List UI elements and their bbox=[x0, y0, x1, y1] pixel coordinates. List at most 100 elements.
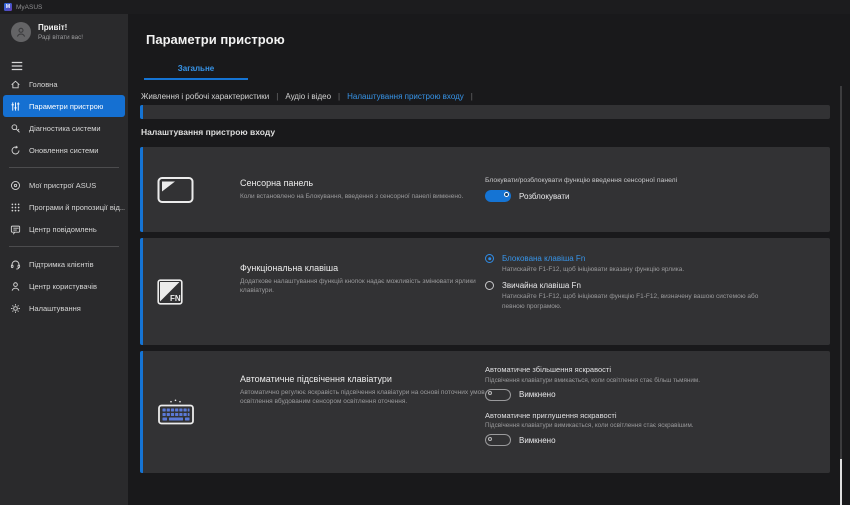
sidebar-item-label: Головна bbox=[29, 80, 58, 89]
sidebar-item-label: Підтримка клієнтів bbox=[29, 260, 94, 269]
fn-key-icon: FN bbox=[157, 279, 183, 305]
card-text: Сенсорна панель Коли встановлено на Блок… bbox=[240, 178, 485, 201]
subnav-input-device[interactable]: Налаштування пристрою входу bbox=[347, 92, 464, 101]
toggle-group-description: Підсвічення клавіатури вимикається, коли… bbox=[485, 422, 816, 429]
sidebar-item-label: Параметри пристрою bbox=[29, 102, 103, 111]
touchpad-toggle-state-label: Розблокувати bbox=[519, 192, 570, 201]
card-controls: Блокована клавіша Fn Натискайте F1-F12, … bbox=[485, 254, 830, 317]
hamburger-icon bbox=[10, 59, 24, 73]
scrollbar-track[interactable] bbox=[840, 86, 842, 505]
card-touchpad: Сенсорна панель Коли встановлено на Блок… bbox=[140, 147, 830, 232]
sidebar-item-apps-offers[interactable]: Програми й пропозиції від... bbox=[3, 196, 125, 218]
svg-text:FN: FN bbox=[170, 294, 181, 303]
radio-label: Звичайна клавіша Fn bbox=[502, 281, 581, 290]
subnav-audio-video[interactable]: Аудіо і відео bbox=[285, 92, 331, 101]
toggle-group-label: Автоматичне збільшення яскравості bbox=[485, 365, 816, 374]
sidebar-item-label: Діагностика системи bbox=[29, 124, 101, 133]
radio-label: Блокована клавіша Fn bbox=[502, 254, 585, 263]
toggle-knob bbox=[488, 437, 492, 441]
titlebar: M MyASUS bbox=[0, 0, 850, 14]
toggle-knob bbox=[504, 192, 509, 197]
sidebar-item-message-center[interactable]: Центр повідомлень bbox=[3, 218, 125, 240]
gear-icon bbox=[10, 303, 21, 314]
touchpad-toggle[interactable] bbox=[485, 190, 511, 202]
tab-label: Загальне bbox=[178, 64, 215, 73]
page-title: Параметри пристрою bbox=[146, 32, 285, 47]
touchpad-toggle-description: Блокувати/розблокувати функцію введення … bbox=[485, 177, 816, 184]
sidebar-item-label: Програми й пропозиції від... bbox=[29, 203, 125, 212]
card-description: Коли встановлено на Блокування, введення… bbox=[240, 192, 485, 201]
sidebar-nav: Головна Параметри пристрою Діагностика с… bbox=[0, 73, 128, 319]
card-title: Функціональна клавіша bbox=[240, 263, 485, 273]
sidebar-item-user-center[interactable]: Центр користувачів bbox=[3, 275, 125, 297]
touchpad-toggle-row: Розблокувати bbox=[485, 190, 816, 202]
message-icon bbox=[10, 224, 21, 235]
sidebar-item-home[interactable]: Головна bbox=[3, 73, 125, 95]
subnav-separator: | bbox=[276, 92, 278, 101]
user-greeting: Привіт! Раді вітати вас! bbox=[0, 14, 128, 42]
auto-brightness-down-toggle[interactable] bbox=[485, 434, 511, 446]
card-text: Функціональна клавіша Додаткове налаштув… bbox=[240, 263, 485, 296]
main-content: Параметри пристрою Загальне Живлення і р… bbox=[128, 14, 850, 505]
sidebar-item-my-devices[interactable]: Мої пристрої ASUS bbox=[3, 174, 125, 196]
myasus-window: M MyASUS Привіт! Раді вітати вас! bbox=[0, 0, 850, 505]
touchpad-icon bbox=[157, 176, 194, 203]
diagnostics-magnifier-icon bbox=[10, 123, 21, 134]
radio-option-description: Натискайте F1-F12, щоб ініціювати функці… bbox=[502, 292, 774, 312]
radio-unselected-icon[interactable] bbox=[485, 281, 494, 290]
card-description: Автоматично регулює яскравість підсвічен… bbox=[240, 388, 485, 407]
toggle-state-label: Вимкнено bbox=[519, 436, 556, 445]
toggle-row: Вимкнено bbox=[485, 434, 816, 446]
avatar[interactable] bbox=[11, 22, 31, 42]
toggle-group-label: Автоматичне приглушення яскравості bbox=[485, 411, 816, 420]
subnav-separator: | bbox=[338, 92, 340, 101]
sidebar-item-diagnostics[interactable]: Діагностика системи bbox=[3, 117, 125, 139]
auto-brightness-down-group: Автоматичне приглушення яскравості Підсв… bbox=[485, 411, 816, 447]
radio-option-normal-fn[interactable]: Звичайна клавіша Fn bbox=[485, 281, 816, 290]
myasus-logo-icon: M bbox=[4, 3, 12, 11]
sliders-icon bbox=[10, 101, 21, 112]
card-keyboard-backlight: Автоматичне підсвічення клавіатури Автом… bbox=[140, 351, 830, 473]
greeting-text: Привіт! Раді вітати вас! bbox=[38, 23, 83, 41]
card-title: Автоматичне підсвічення клавіатури bbox=[240, 374, 485, 384]
card-function-key: FN Функціональна клавіша Додаткове налаш… bbox=[140, 238, 830, 345]
app-title: MyASUS bbox=[16, 4, 42, 11]
update-icon bbox=[10, 145, 21, 156]
card-description: Додаткове налаштування функцій кнопок на… bbox=[240, 277, 485, 296]
card-controls: Блокувати/розблокувати функцію введення … bbox=[485, 177, 830, 202]
card-partial-above bbox=[140, 105, 830, 119]
radio-selected-icon[interactable] bbox=[485, 254, 494, 263]
scrollbar-thumb[interactable] bbox=[840, 459, 842, 505]
devices-icon bbox=[10, 180, 21, 191]
greeting-title: Привіт! bbox=[38, 23, 83, 32]
keyboard-backlight-icon bbox=[157, 399, 195, 426]
sidebar-item-device-settings[interactable]: Параметри пристрою bbox=[3, 95, 125, 117]
subnav-separator: | bbox=[471, 92, 473, 101]
card-controls: Автоматичне збільшення яскравості Підсві… bbox=[485, 365, 830, 456]
auto-brightness-up-toggle[interactable] bbox=[485, 389, 511, 401]
radio-option-locked-fn[interactable]: Блокована клавіша Fn bbox=[485, 254, 816, 263]
sidebar-divider bbox=[9, 246, 119, 247]
sidebar-item-settings[interactable]: Налаштування bbox=[3, 297, 125, 319]
toggle-row: Вимкнено bbox=[485, 389, 816, 401]
section-title: Налаштування пристрою входу bbox=[141, 127, 275, 137]
subnav-power-performance[interactable]: Живлення і робочі характеристики bbox=[141, 92, 269, 101]
auto-brightness-up-group: Автоматичне збільшення яскравості Підсві… bbox=[485, 365, 816, 401]
sidebar-item-label: Оновлення системи bbox=[29, 146, 99, 155]
card-title: Сенсорна панель bbox=[240, 178, 485, 188]
home-icon bbox=[10, 79, 21, 90]
subnav: Живлення і робочі характеристики | Аудіо… bbox=[141, 92, 473, 101]
card-text: Автоматичне підсвічення клавіатури Автом… bbox=[240, 374, 485, 407]
apps-grid-icon bbox=[10, 202, 21, 213]
radio-option-description: Натискайте F1-F12, щоб ініціювати вказан… bbox=[502, 265, 774, 275]
headset-icon bbox=[10, 259, 21, 270]
menu-toggle-button[interactable] bbox=[10, 59, 24, 71]
sidebar-item-label: Центр користувачів bbox=[29, 282, 97, 291]
greeting-subtitle: Раді вітати вас! bbox=[38, 34, 83, 41]
sidebar-item-label: Налаштування bbox=[29, 304, 81, 313]
sidebar-item-customer-support[interactable]: Підтримка клієнтів bbox=[3, 253, 125, 275]
tab-general[interactable]: Загальне bbox=[144, 64, 248, 80]
toggle-knob bbox=[488, 391, 492, 395]
sidebar-item-system-update[interactable]: Оновлення системи bbox=[3, 139, 125, 161]
sidebar: Привіт! Раді вітати вас! Головна bbox=[0, 14, 128, 505]
